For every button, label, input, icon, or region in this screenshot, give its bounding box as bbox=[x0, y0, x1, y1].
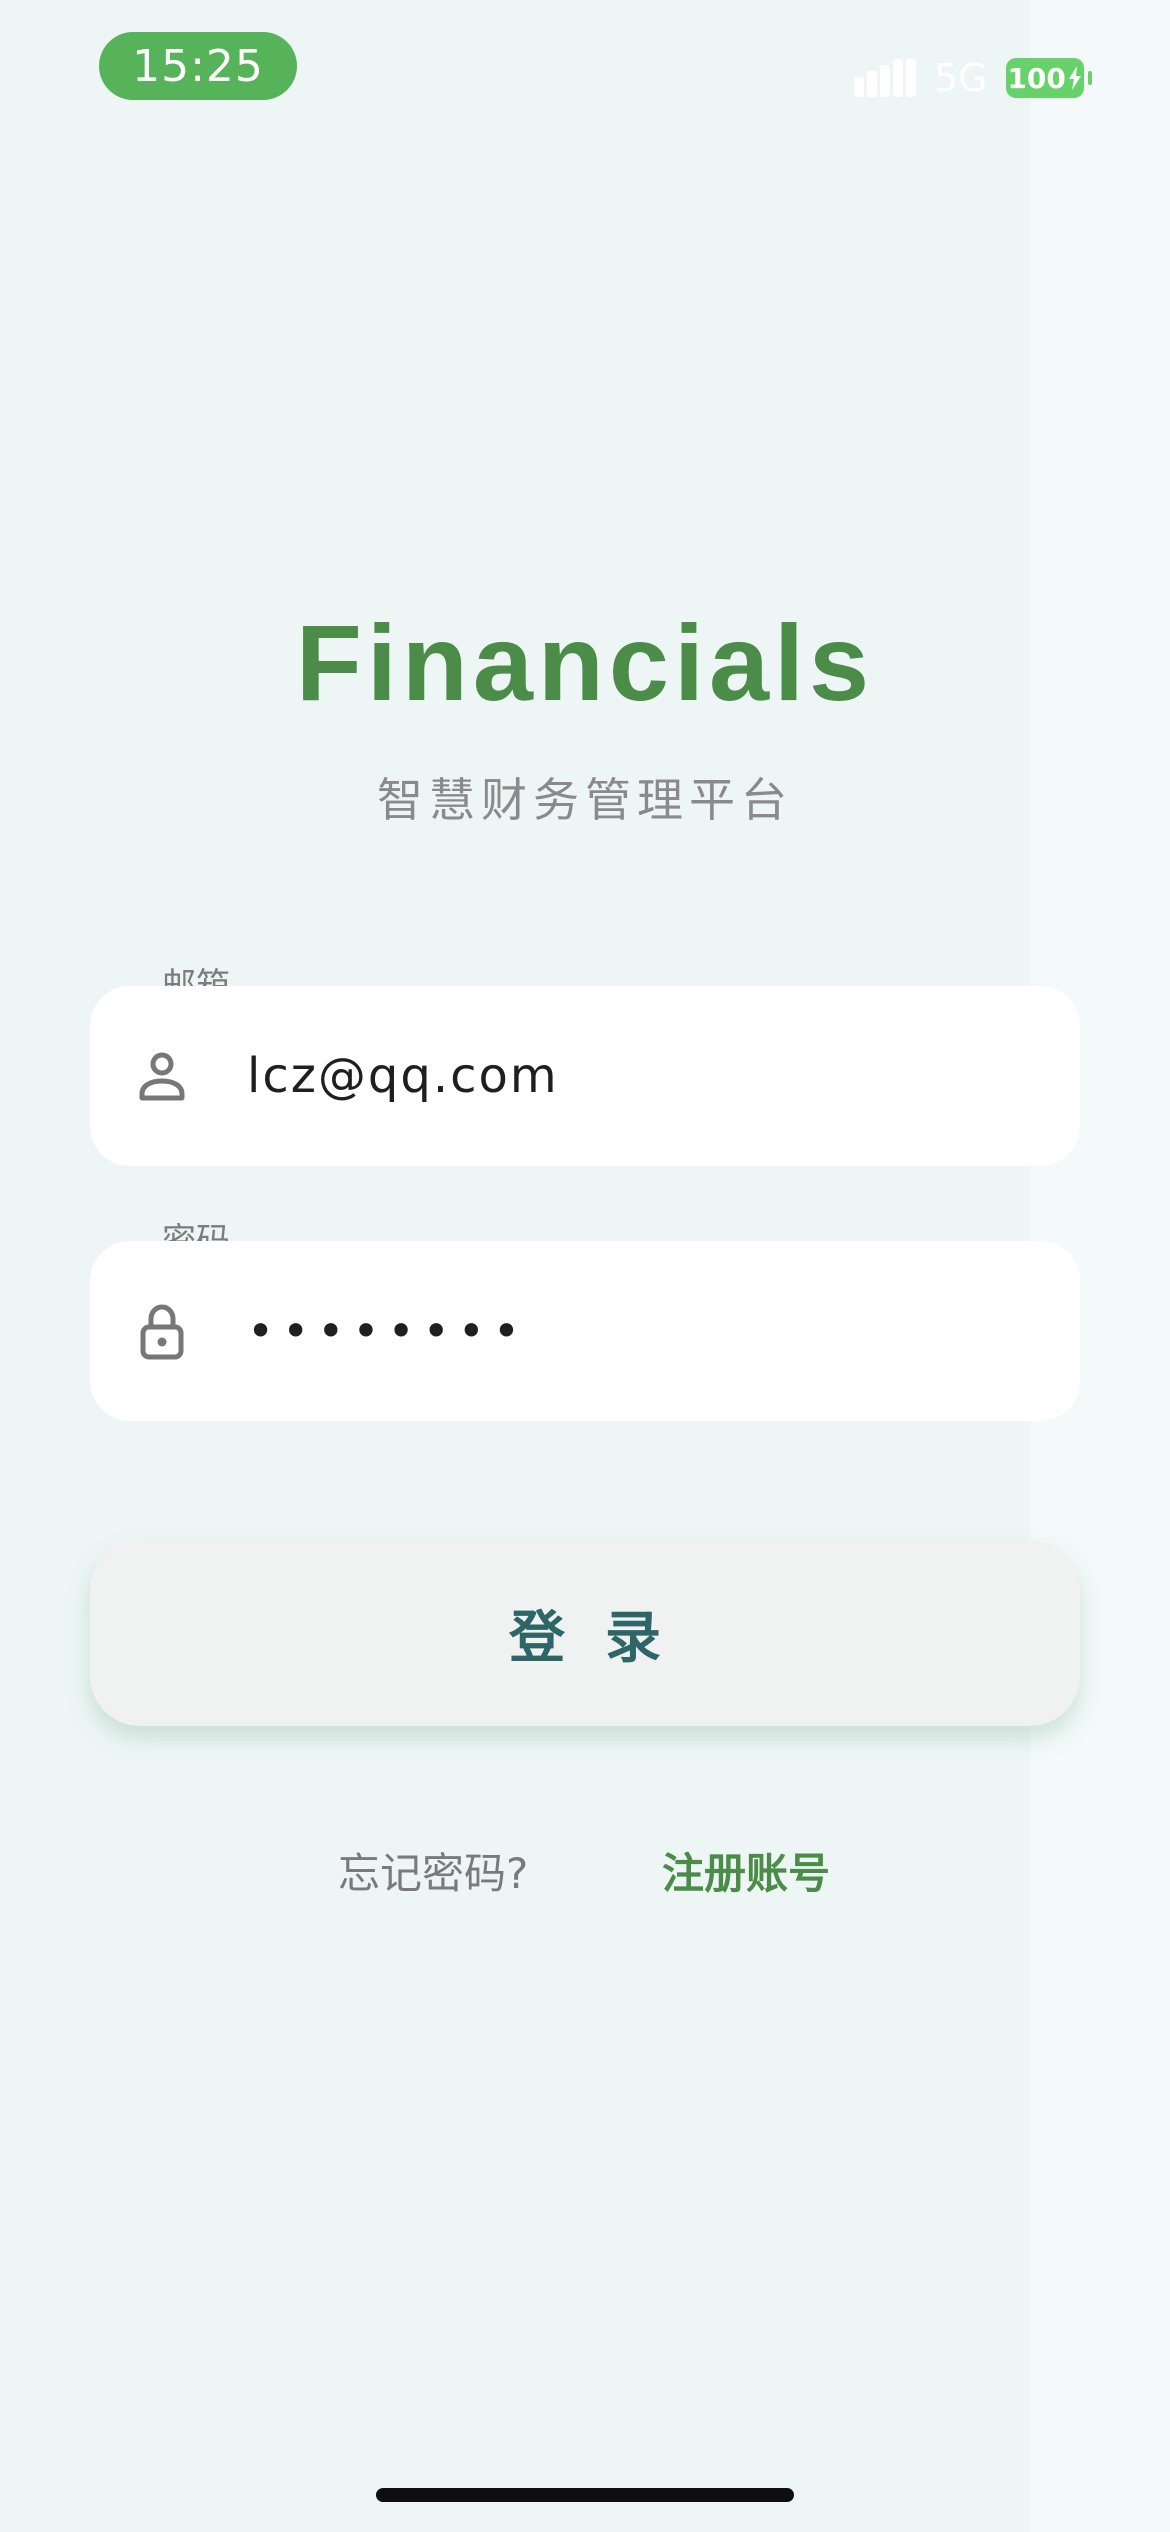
app-subtitle: 智慧财务管理平台 bbox=[377, 773, 793, 827]
battery-level-body: 100 bbox=[1005, 58, 1084, 98]
login-button-label: 登录 bbox=[509, 1605, 701, 1671]
register-link[interactable]: 注册账号 bbox=[662, 1846, 830, 1902]
battery-icon: 100 bbox=[1005, 58, 1092, 98]
status-indicators: 5G 100 bbox=[854, 54, 1092, 102]
password-value: •••••••• bbox=[247, 1304, 529, 1358]
forgot-password-link[interactable]: 忘记密码? bbox=[338, 1846, 528, 1902]
status-time-label: 15:25 bbox=[132, 40, 264, 92]
lock-icon bbox=[140, 1304, 184, 1360]
user-icon bbox=[139, 1052, 185, 1101]
password-field[interactable]: •••••••• bbox=[90, 1241, 1080, 1421]
home-indicator[interactable] bbox=[376, 2488, 794, 2502]
battery-level: 100 bbox=[1007, 61, 1066, 95]
network-type: 5G bbox=[934, 56, 988, 100]
charging-bolt-icon bbox=[1068, 66, 1081, 90]
login-button[interactable]: 登录 bbox=[90, 1540, 1080, 1726]
signal-icon bbox=[854, 59, 916, 97]
email-field[interactable]: lcz@qq.com bbox=[90, 986, 1080, 1166]
status-time: 15:25 bbox=[99, 32, 297, 100]
email-value: lcz@qq.com bbox=[247, 1048, 559, 1104]
battery-tip bbox=[1087, 71, 1092, 85]
app-title: Financials bbox=[295, 602, 875, 723]
